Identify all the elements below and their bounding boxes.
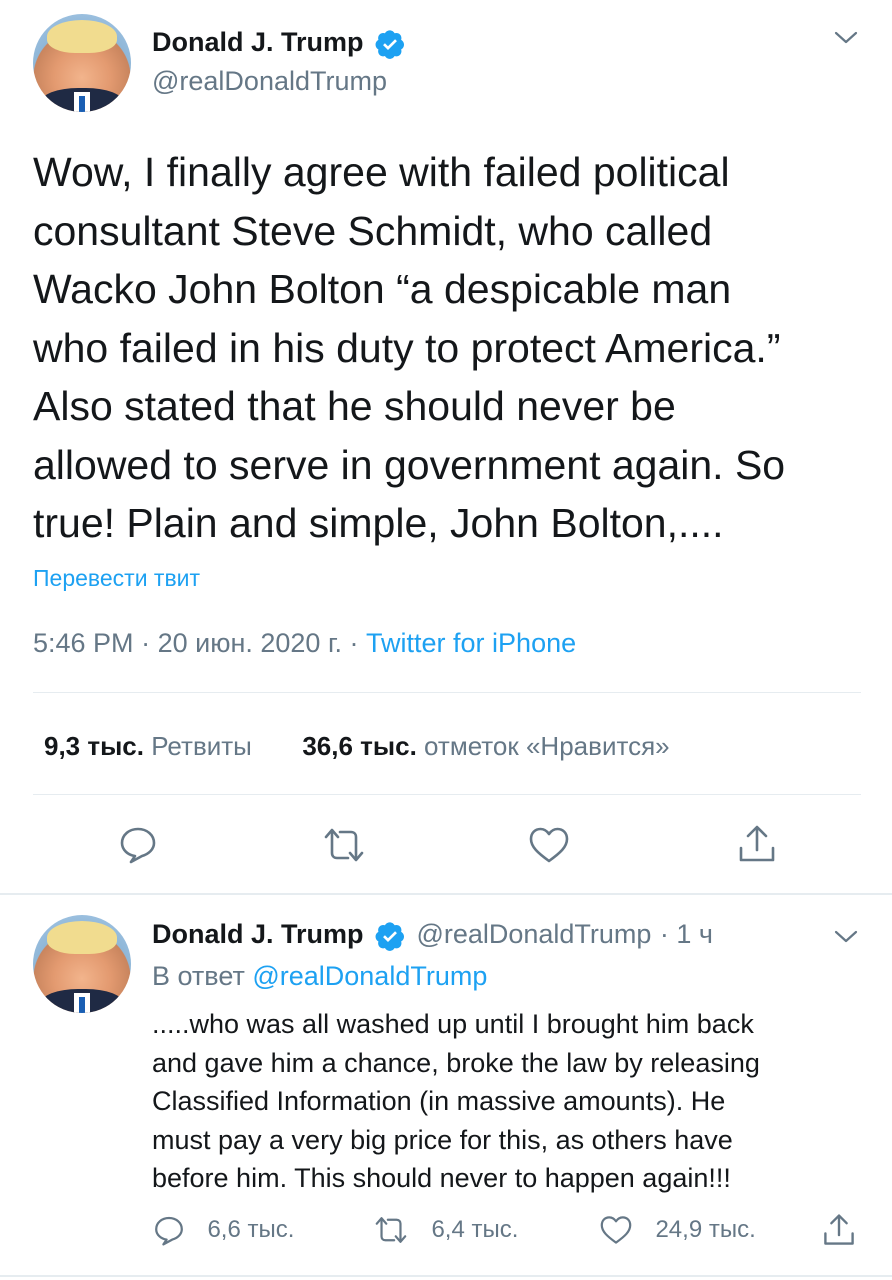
comment-bubble-icon	[155, 1216, 183, 1246]
tweet-timestamp-row: 5:46 PM · 20 июн. 2020 г. · Twitter for …	[33, 628, 576, 659]
tweet-date[interactable]: 20 июн. 2020 г.	[158, 628, 342, 658]
tweet-text: Wow, I finally agree with failed politic…	[33, 143, 863, 553]
tweet-text-line: Also stated that he should never be	[33, 383, 676, 429]
likes-count: 36,6 тыс.	[302, 731, 417, 761]
comment-bubble-icon[interactable]	[118, 824, 158, 864]
heart-icon[interactable]	[528, 826, 570, 864]
author-avatar[interactable]	[33, 14, 131, 112]
reply-comments-count: 6,6 тыс.	[207, 1216, 295, 1243]
meta-separator: ·	[141, 628, 151, 658]
reply-text-line: .....who was all washed up until I broug…	[152, 1009, 754, 1039]
likes-label: отметок «Нравится»	[424, 731, 670, 761]
tweet-text-line: who failed in his duty to protect Americ…	[33, 324, 781, 371]
reply-text-line: before him. This should never to happen …	[152, 1163, 731, 1194]
verified-badge-icon	[374, 28, 406, 65]
reply-comment-action[interactable]: 6,6 тыс.	[153, 1214, 294, 1246]
reply-author-name[interactable]: Donald J. Trump	[152, 919, 364, 949]
reply-likes-count: 24,9 тыс.	[655, 1216, 756, 1243]
reply-like-action[interactable]: 24,9 тыс.	[599, 1215, 756, 1245]
tweet-stats-row: 9,3 тыс. Ретвиты 36,6 тыс. отметок «Нрав…	[44, 731, 670, 762]
reply-to-link[interactable]: @realDonaldTrump	[252, 961, 487, 991]
divider	[33, 692, 861, 693]
share-upload-icon[interactable]	[822, 1213, 856, 1247]
heart-icon	[600, 1216, 632, 1244]
meta-separator: ·	[349, 628, 359, 658]
section-divider	[0, 1275, 892, 1277]
reply-text-line: must pay a very big price for this, as o…	[152, 1124, 733, 1155]
reply-author-avatar[interactable]	[33, 915, 131, 1013]
reply-text: .....who was all washed up until I broug…	[152, 1005, 872, 1198]
translate-tweet-link[interactable]: Перевести твит	[33, 565, 200, 592]
retweets-count: 9,3 тыс.	[44, 731, 144, 761]
reply-prefix: В ответ	[152, 961, 245, 991]
tweet-text-line: allowed to serve in government again. So	[33, 441, 786, 488]
main-tweet: Donald J. Trump @realDonaldTrump Wow, I …	[0, 0, 892, 895]
reply-text-line: Classified Information (in massive amoun…	[152, 1086, 726, 1117]
retweet-icon[interactable]	[322, 826, 366, 864]
share-upload-icon[interactable]	[737, 824, 777, 864]
reply-tweet[interactable]: Donald J. Trump @realDonaldTrump · 1 ч В…	[0, 895, 892, 1280]
tweet-text-line: true! Plain and simple, John Bolton,....	[33, 500, 724, 546]
divider	[33, 794, 861, 795]
reply-age: · 1 ч	[659, 919, 713, 949]
verified-badge-icon	[374, 920, 406, 957]
tweet-text-line: Wow, I finally agree with failed politic…	[33, 149, 730, 195]
reply-text-line: and gave him a chance, broke the law by …	[152, 1047, 760, 1078]
author-name-row: Donald J. Trump	[152, 27, 406, 65]
tweet-text-line: consultant Steve Schmidt, who called	[33, 207, 713, 254]
reply-to-row: В ответ @realDonaldTrump	[152, 961, 487, 992]
chevron-down-icon[interactable]	[833, 925, 859, 947]
tweet-time: 5:46 PM	[33, 628, 134, 658]
reply-retweets-count: 6,4 тыс.	[431, 1216, 519, 1243]
likes-stat[interactable]: 36,6 тыс. отметок «Нравится»	[302, 731, 669, 761]
reply-retweet-action[interactable]: 6,4 тыс.	[373, 1215, 518, 1245]
reply-author-handle[interactable]: @realDonaldTrump	[416, 919, 651, 949]
retweets-stat[interactable]: 9,3 тыс. Ретвиты	[44, 731, 259, 761]
retweet-icon	[375, 1217, 407, 1243]
chevron-down-icon[interactable]	[833, 26, 859, 48]
tweet-source-link[interactable]: Twitter for iPhone	[366, 628, 576, 658]
retweets-label: Ретвиты	[151, 731, 252, 761]
tweet-text-line: Wacko John Bolton “a despicable man	[33, 266, 732, 312]
reply-header-row: Donald J. Trump @realDonaldTrump · 1 ч	[152, 919, 713, 957]
author-name[interactable]: Donald J. Trump	[152, 27, 364, 57]
author-handle[interactable]: @realDonaldTrump	[152, 66, 387, 97]
